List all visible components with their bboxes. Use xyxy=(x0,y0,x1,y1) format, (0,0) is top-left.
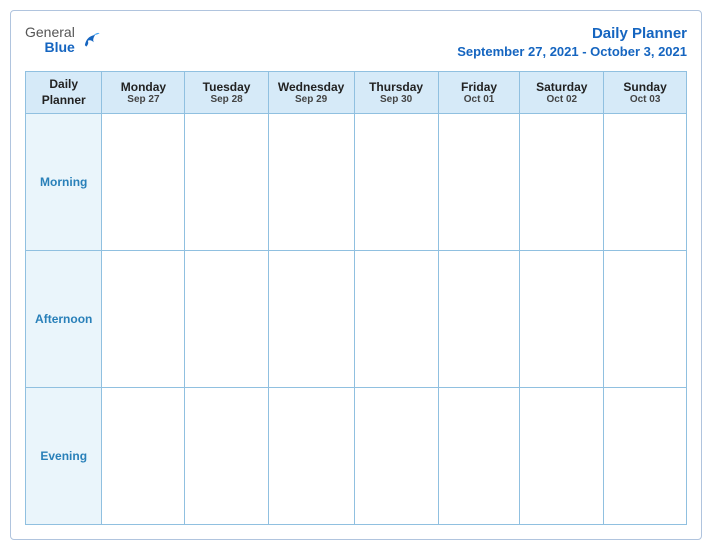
first-header-cell: Daily Planner xyxy=(26,72,102,114)
logo-bird-icon xyxy=(79,29,101,51)
evening-sat[interactable] xyxy=(520,388,604,525)
col-header-fri: Friday Oct 01 xyxy=(438,72,520,114)
col-header-mon: Monday Sep 27 xyxy=(102,72,185,114)
morning-label: Morning xyxy=(26,114,102,251)
evening-thu[interactable] xyxy=(354,388,438,525)
morning-tue[interactable] xyxy=(185,114,268,251)
morning-sun[interactable] xyxy=(604,114,687,251)
afternoon-thu[interactable] xyxy=(354,251,438,388)
evening-mon[interactable] xyxy=(102,388,185,525)
evening-wed[interactable] xyxy=(268,388,354,525)
afternoon-mon[interactable] xyxy=(102,251,185,388)
evening-fri[interactable] xyxy=(438,388,520,525)
evening-label: Evening xyxy=(26,388,102,525)
afternoon-tue[interactable] xyxy=(185,251,268,388)
planner-page: General Blue Daily Planner September 27,… xyxy=(10,10,702,540)
header-row: Daily Planner Monday Sep 27 Tuesday Sep … xyxy=(26,72,687,114)
afternoon-label: Afternoon xyxy=(26,251,102,388)
logo-general: General xyxy=(25,25,75,40)
afternoon-wed[interactable] xyxy=(268,251,354,388)
afternoon-sat[interactable] xyxy=(520,251,604,388)
morning-mon[interactable] xyxy=(102,114,185,251)
calendar-table: Daily Planner Monday Sep 27 Tuesday Sep … xyxy=(25,71,687,525)
evening-tue[interactable] xyxy=(185,388,268,525)
morning-sat[interactable] xyxy=(520,114,604,251)
col-header-thu: Thursday Sep 30 xyxy=(354,72,438,114)
logo-area: General Blue xyxy=(25,25,101,56)
logo-blue: Blue xyxy=(44,40,74,55)
morning-wed[interactable] xyxy=(268,114,354,251)
morning-row: Morning xyxy=(26,114,687,251)
morning-fri[interactable] xyxy=(438,114,520,251)
planner-title: Daily Planner xyxy=(592,25,687,42)
top-header: General Blue Daily Planner September 27,… xyxy=(25,25,687,61)
morning-thu[interactable] xyxy=(354,114,438,251)
col-header-wed: Wednesday Sep 29 xyxy=(268,72,354,114)
col-header-sat: Saturday Oct 02 xyxy=(520,72,604,114)
title-area: Daily Planner September 27, 2021 - Octob… xyxy=(457,25,687,61)
afternoon-fri[interactable] xyxy=(438,251,520,388)
evening-row: Evening xyxy=(26,388,687,525)
evening-sun[interactable] xyxy=(604,388,687,525)
col-header-sun: Sunday Oct 03 xyxy=(604,72,687,114)
date-range: September 27, 2021 - October 3, 2021 xyxy=(457,44,687,59)
afternoon-row: Afternoon xyxy=(26,251,687,388)
afternoon-sun[interactable] xyxy=(604,251,687,388)
col-header-tue: Tuesday Sep 28 xyxy=(185,72,268,114)
